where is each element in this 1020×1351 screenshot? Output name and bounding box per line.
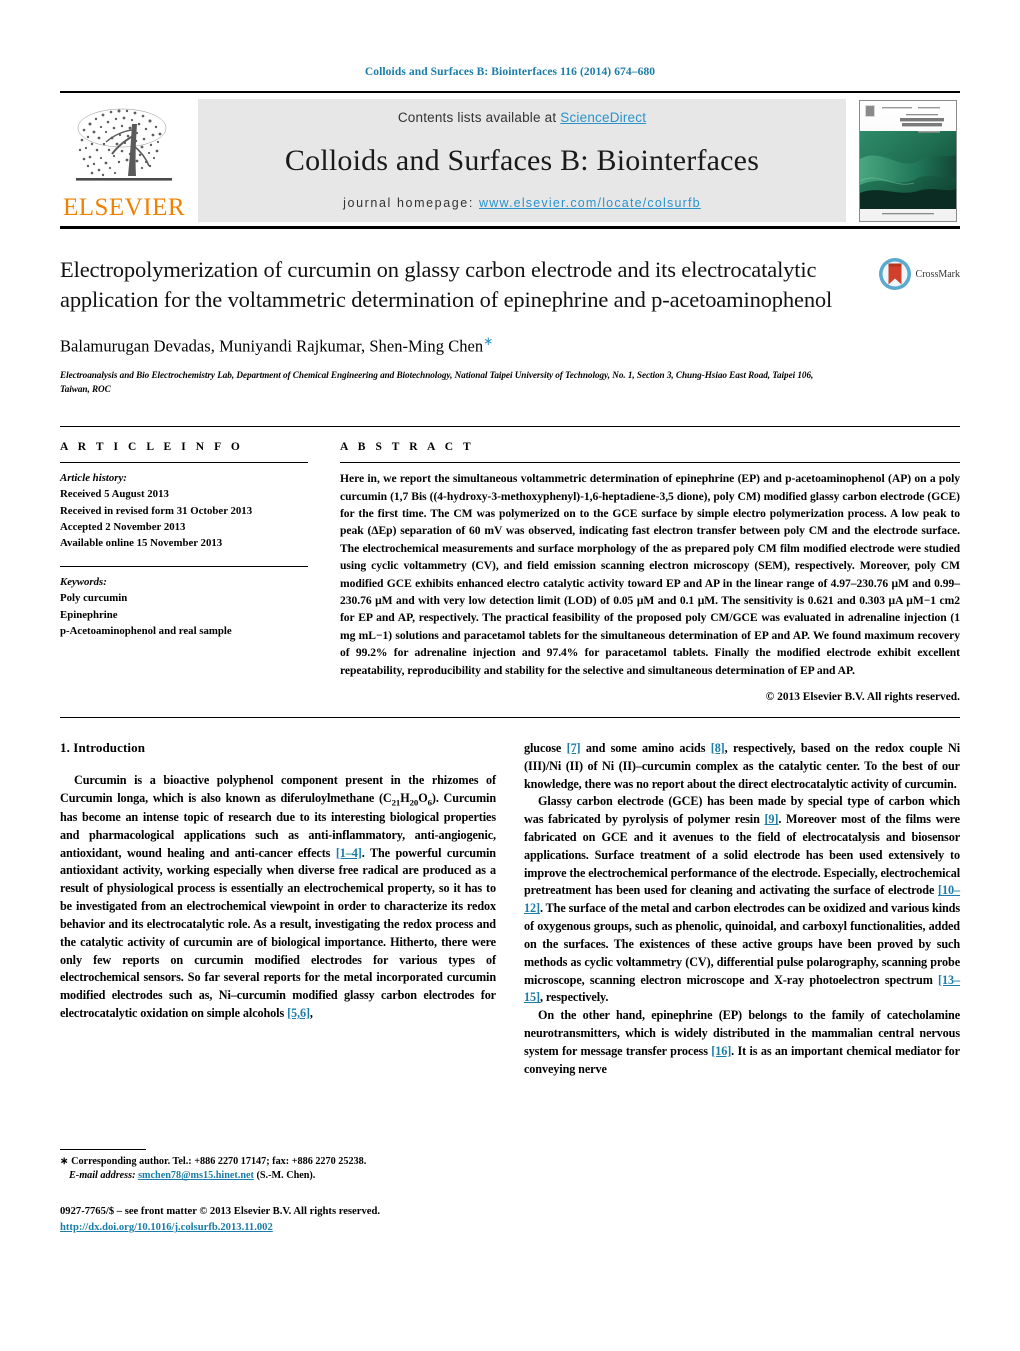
right-p1-part-a: glucose bbox=[524, 740, 567, 755]
citation-link-1-4[interactable]: [1–4] bbox=[336, 846, 362, 860]
article-info-rule bbox=[60, 462, 308, 464]
author-list: Balamurugan Devadas, Muniyandi Rajkumar,… bbox=[60, 334, 834, 357]
author-affiliation: Electroanalysis and Bio Electrochemistry… bbox=[60, 369, 814, 395]
intro-paragraph-left: Curcumin is a bioactive polyphenol compo… bbox=[60, 772, 496, 1023]
journal-article-page: Colloids and Surfaces B: Biointerfaces 1… bbox=[0, 0, 1020, 1351]
journal-cover-image bbox=[859, 99, 957, 222]
intro-left-part-d: , bbox=[309, 1005, 313, 1020]
formula-o: O bbox=[418, 790, 428, 805]
history-online: Available online 15 November 2013 bbox=[60, 537, 223, 550]
crossmark-label: CrossMark bbox=[915, 268, 960, 280]
abstract-paragraph: Here in, we report the simultaneous volt… bbox=[340, 472, 960, 677]
footnote-block: ∗ Corresponding author. Tel.: +886 2270 … bbox=[60, 1148, 496, 1237]
email-address-label: E-mail address: bbox=[69, 1170, 136, 1182]
keyword-item: Poly curcumin bbox=[60, 592, 128, 605]
intro-paragraph-right-2: Glassy carbon electrode (GCE) has been m… bbox=[524, 793, 960, 1007]
keywords-label: Keywords: bbox=[60, 576, 107, 589]
journal-masthead: ELSEVIER Contents lists available at Sci… bbox=[60, 91, 960, 229]
info-abstract-section: A R T I C L E I N F O Article history: R… bbox=[60, 426, 960, 718]
corresponding-author-footnote: ∗ Corresponding author. Tel.: +886 2270 … bbox=[60, 1155, 496, 1185]
journal-cover-thumbnail bbox=[856, 99, 960, 222]
footnote-corresponding-text: Corresponding author. Tel.: +886 2270 17… bbox=[68, 1155, 367, 1167]
elsevier-tree-icon bbox=[76, 108, 172, 181]
intro-paragraph-right-1: glucose [7] and some amino acids [8], re… bbox=[524, 740, 960, 793]
journal-homepage-link[interactable]: www.elsevier.com/locate/colsurfb bbox=[479, 196, 701, 210]
journal-title: Colloids and Surfaces B: Biointerfaces bbox=[284, 143, 760, 177]
corresponding-author-marker: ∗ bbox=[483, 334, 494, 349]
journal-homepage-line: journal homepage: www.elsevier.com/locat… bbox=[343, 196, 701, 210]
crossmark-icon[interactable] bbox=[878, 257, 912, 291]
contents-prefix-text: Contents lists available at bbox=[397, 110, 561, 125]
email-suffix-text: (S.-M. Chen). bbox=[253, 1170, 316, 1182]
elsevier-logo: ELSEVIER bbox=[60, 99, 188, 222]
formula-h: H bbox=[400, 790, 410, 805]
abstract-body: Here in, we report the simultaneous volt… bbox=[340, 470, 960, 679]
masthead-center-band: Contents lists available at ScienceDirec… bbox=[198, 99, 846, 222]
author-names: Balamurugan Devadas, Muniyandi Rajkumar,… bbox=[60, 336, 484, 356]
running-head-citation: Colloids and Surfaces B: Biointerfaces 1… bbox=[364, 66, 656, 78]
right-p2-part-d: , respectively. bbox=[539, 990, 609, 1005]
history-received: Received 5 August 2013 bbox=[60, 488, 169, 501]
footnote-rule bbox=[60, 1148, 146, 1150]
intro-paragraph-right-3: On the other hand, epinephrine (EP) belo… bbox=[524, 1007, 960, 1078]
body-two-columns: 1. Introduction Curcumin is a bioactive … bbox=[60, 739, 960, 1233]
citation-link-16[interactable]: [16] bbox=[711, 1044, 731, 1058]
formula-sub-20: 20 bbox=[409, 797, 419, 808]
footer-issn-block: 0927-7765/$ – see front matter © 2013 El… bbox=[60, 1204, 496, 1236]
homepage-prefix-text: journal homepage: bbox=[343, 196, 479, 210]
crossmark-badge[interactable]: CrossMark bbox=[850, 255, 960, 291]
doi-link[interactable]: http://dx.doi.org/10.1016/j.colsurfb.201… bbox=[60, 1222, 273, 1233]
title-block: Electropolymerization of curcumin on gla… bbox=[60, 255, 960, 396]
formula-sub-21: 21 bbox=[391, 797, 401, 808]
crossmark-badge-inner[interactable]: CrossMark bbox=[878, 257, 960, 291]
issn-copyright-line: 0927-7765/$ – see front matter © 2013 El… bbox=[60, 1206, 380, 1218]
author-email-link[interactable]: smchen78@ms15.hinet.net bbox=[138, 1170, 254, 1181]
article-info-column: A R T I C L E I N F O Article history: R… bbox=[60, 441, 340, 703]
abstract-rule bbox=[340, 462, 960, 464]
sciencedirect-link[interactable]: ScienceDirect bbox=[560, 110, 646, 125]
section-heading-introduction: 1. Introduction bbox=[60, 739, 146, 755]
article-title: Electropolymerization of curcumin on gla… bbox=[60, 257, 833, 313]
citation-link-5-6[interactable]: [5,6] bbox=[287, 1006, 310, 1020]
abstract-copyright: © 2013 Elsevier B.V. All rights reserved… bbox=[765, 690, 960, 703]
citation-link-7[interactable]: [7] bbox=[567, 741, 581, 755]
contents-lists-line: Contents lists available at ScienceDirec… bbox=[398, 110, 646, 125]
keyword-item: Epinephrine bbox=[60, 608, 118, 621]
right-p2-part-c: . The surface of the metal and carbon el… bbox=[524, 901, 960, 987]
body-right-column: glucose [7] and some amino acids [8] , re… bbox=[524, 740, 960, 1078]
abstract-column: A B S T R A C T Here in, we report the s… bbox=[340, 441, 960, 703]
footnote-marker: ∗ bbox=[60, 1155, 69, 1167]
right-p1-part-b: and some amino acids bbox=[580, 740, 711, 755]
history-accepted: Accepted 2 November 2013 bbox=[60, 520, 186, 533]
elsevier-wordmark: ELSEVIER bbox=[62, 194, 186, 221]
title-text-group: Electropolymerization of curcumin on gla… bbox=[60, 255, 850, 396]
keywords-rule bbox=[60, 566, 308, 568]
article-info-heading: A R T I C L E I N F O bbox=[60, 441, 244, 454]
article-history-label: Article history: bbox=[60, 472, 127, 485]
body-left-column: 1. Introduction Curcumin is a bioactive … bbox=[60, 739, 496, 1233]
citation-link-8[interactable]: [8] bbox=[711, 741, 725, 755]
abstract-heading: A B S T R A C T bbox=[340, 441, 475, 454]
keyword-item: p-Acetoaminophenol and real sample bbox=[60, 624, 232, 637]
history-revised: Received in revised form 31 October 2013 bbox=[60, 504, 253, 517]
intro-left-part-c: . The powerful curcumin antioxidant acti… bbox=[60, 845, 496, 1020]
citation-link-9[interactable]: [9] bbox=[764, 812, 778, 826]
